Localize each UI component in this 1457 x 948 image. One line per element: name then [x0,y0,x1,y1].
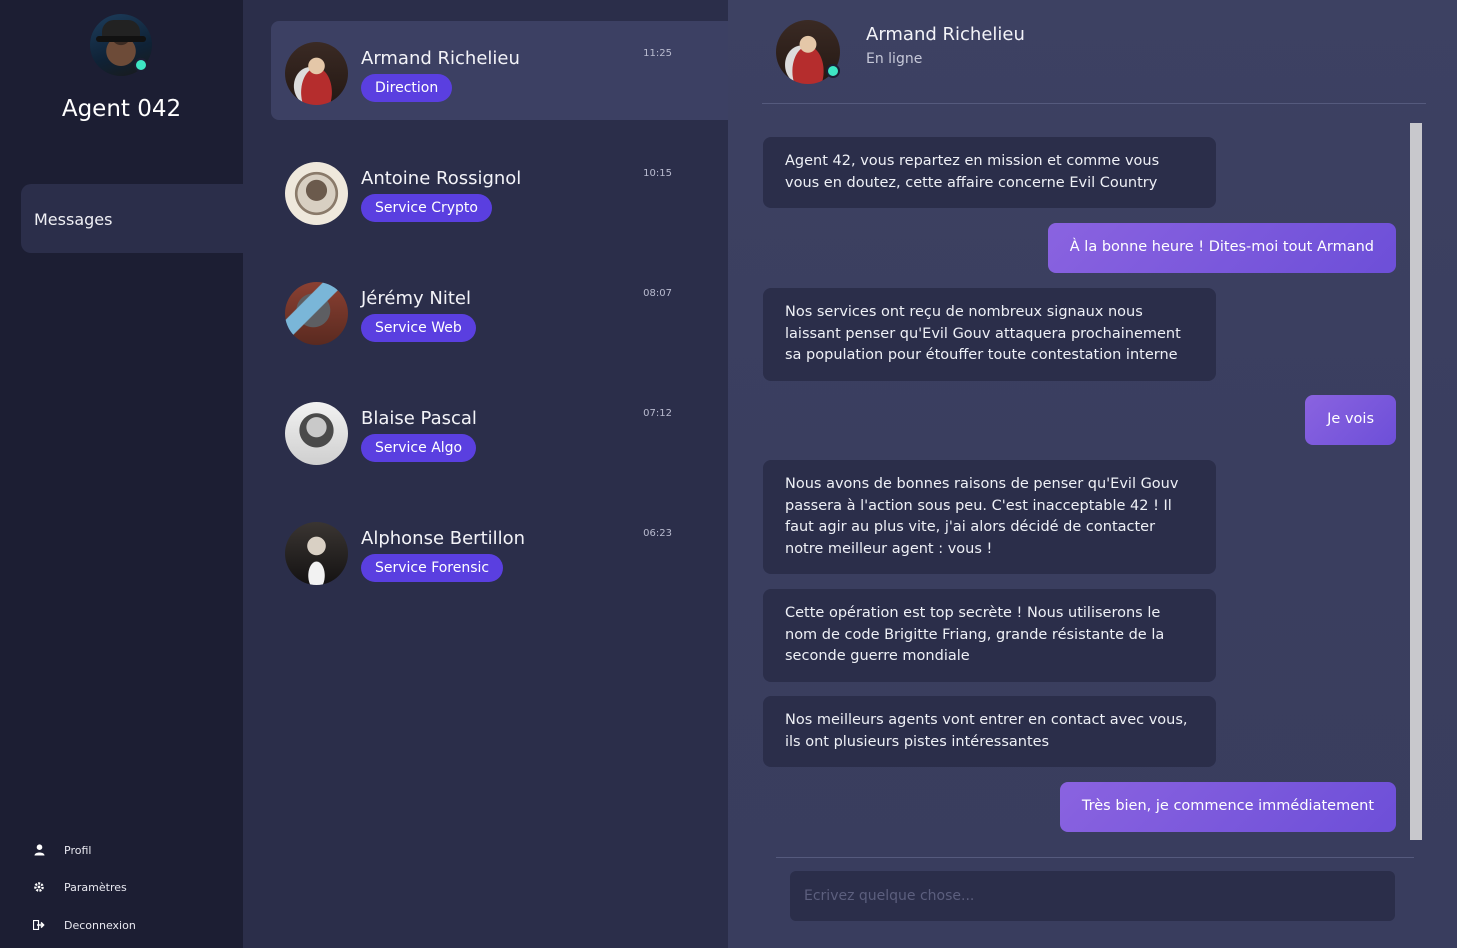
menu-label: Profil [64,843,92,857]
divider [776,857,1414,858]
menu-label: Deconnexion [64,918,136,932]
message-incoming: Agent 42, vous repartez en mission et co… [763,137,1216,208]
message-outgoing: Très bien, je commence immédiatement [1059,782,1396,832]
message-incoming: Nos services ont reçu de nombreux signau… [763,288,1216,381]
contact-avatar [285,402,348,465]
contact-avatar [285,282,348,345]
message-input[interactable] [790,871,1395,921]
online-status-dot [826,64,840,78]
contact-name: Armand Richelieu [361,48,520,69]
divider [762,103,1426,104]
message-incoming: Nos meilleurs agents vont entrer en cont… [763,696,1216,767]
menu-deconnexion[interactable]: Deconnexion [32,914,136,936]
menu-parametres[interactable]: Paramètres [32,876,127,898]
contact-time: 10:15 [643,168,672,179]
contact-avatar [285,522,348,585]
contact-badge: Service Web [361,314,476,342]
contact-name: Alphonse Bertillon [361,528,526,549]
menu-profil[interactable]: Profil [32,839,91,861]
contact-badge: Direction [361,74,453,102]
contact-time: 08:07 [643,288,672,299]
contact-item[interactable]: Jérémy Nitel Service Web 08:07 [271,261,728,360]
chat-panel: Armand Richelieu En ligne Agent 42, vous… [728,0,1457,948]
contact-name: Antoine Rossignol [361,168,522,189]
contact-time: 06:23 [643,528,672,539]
message-outgoing: Je vois [1305,395,1396,445]
menu-label: Paramètres [64,880,127,894]
message-incoming: Cette opération est top secrète ! Nous u… [763,589,1216,682]
gear-icon [32,880,46,894]
sidebar: Agent 042 Messages Profil Paramètres Dec… [0,0,243,948]
online-status-dot [134,58,148,72]
contact-name: Jérémy Nitel [361,288,471,309]
chat-contact-status: En ligne [866,51,923,67]
contact-time: 07:12 [643,408,672,419]
contact-badge: Service Crypto [361,194,492,222]
message-incoming: Nous avons de bonnes raisons de penser q… [763,460,1216,574]
contact-badge: Service Algo [361,434,477,462]
contact-item[interactable]: Blaise Pascal Service Algo 07:12 [271,381,728,480]
contact-avatar [285,42,348,105]
contact-time: 11:25 [643,48,672,59]
agent-name: Agent 042 [61,96,182,122]
message-outgoing: À la bonne heure ! Dites-moi tout Armand [1047,223,1396,273]
scrollbar[interactable] [1410,123,1422,840]
contact-item[interactable]: Antoine Rossignol Service Crypto 10:15 [271,141,728,240]
logout-icon [32,918,46,932]
nav-messages[interactable]: Messages [21,184,243,253]
chat-contact-name: Armand Richelieu [866,24,1025,45]
user-icon [32,843,46,857]
contact-list: Armand Richelieu Direction 11:25 Antoine… [243,0,728,948]
contact-item[interactable]: Alphonse Bertillon Service Forensic 06:2… [271,501,728,600]
contact-avatar [285,162,348,225]
contact-badge: Service Forensic [361,554,504,582]
contact-item[interactable]: Armand Richelieu Direction 11:25 [271,21,728,120]
contact-name: Blaise Pascal [361,408,477,429]
